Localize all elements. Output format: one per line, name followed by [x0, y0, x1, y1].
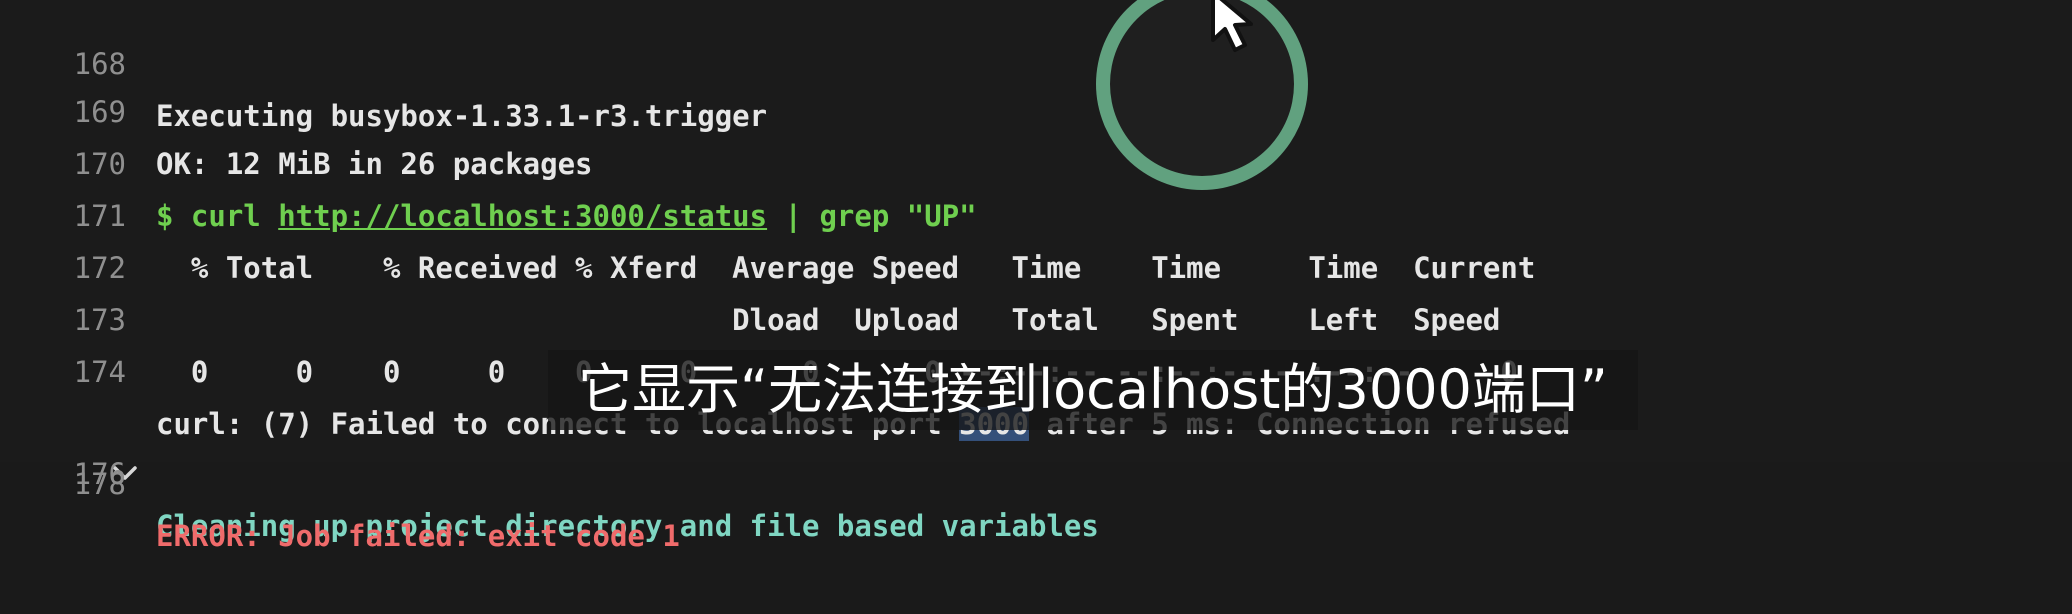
log-line: 168 Executing busybox-1.33.1-r3.trigger — [0, 0, 2072, 133]
log-line: 172 Dload Upload Total Spent Left Speed — [0, 190, 2072, 337]
log-line-error-connect: 174 curl: (7) Failed to connect to local… — [0, 294, 2072, 441]
log-line: 171 % Total % Received % Xferd Average S… — [0, 138, 2072, 285]
log-line-command: 170 $ curl http://localhost:3000/status … — [0, 86, 2072, 233]
video-subtitle: 它显示“无法连接到localhost的3000端口” — [548, 350, 1638, 430]
mouse-pointer-icon — [1205, 0, 1275, 58]
line-number: 178 — [73, 467, 126, 501]
log-line: 169 OK: 12 MiB in 26 packages — [0, 34, 2072, 181]
error-text: ERROR: Job failed: exit code 1 — [156, 519, 680, 553]
log-line: 173 0 0 0 0 0 0 0 0 --:--:-- --:--:-- --… — [0, 242, 2072, 389]
